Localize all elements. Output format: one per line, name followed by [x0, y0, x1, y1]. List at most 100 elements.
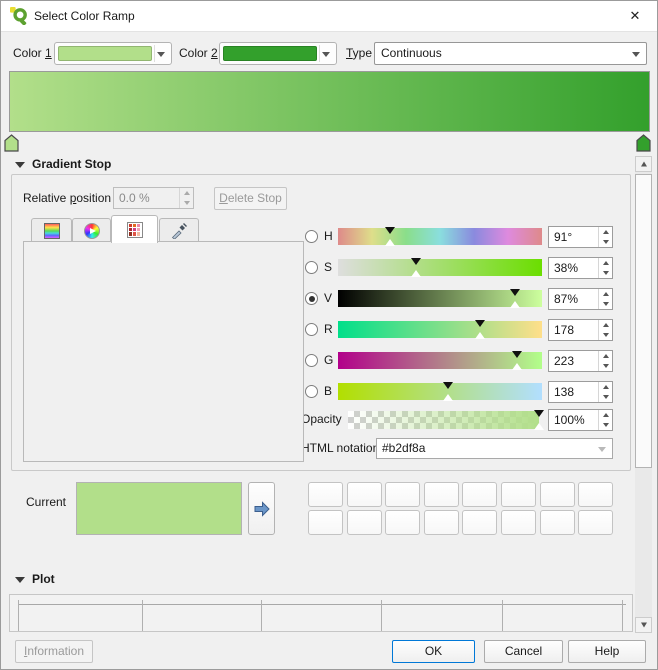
close-button[interactable]: ✕ — [613, 1, 657, 31]
slider-handle[interactable] — [510, 289, 520, 296]
spin-down-icon[interactable] — [599, 361, 612, 371]
slider-handle[interactable] — [411, 270, 421, 277]
tab-swatches[interactable] — [111, 215, 158, 243]
saturation-slider[interactable] — [338, 259, 542, 276]
red-label: R — [324, 320, 333, 339]
delete-stop-button[interactable]: Delete Stop — [214, 187, 287, 210]
gradient-stop-marker-left[interactable] — [4, 134, 19, 152]
scroll-up-icon[interactable] — [635, 156, 652, 172]
value-slider[interactable] — [338, 290, 542, 307]
gradient-preview[interactable] — [9, 71, 650, 132]
empty-swatch-button[interactable] — [308, 510, 343, 535]
value-radio[interactable] — [305, 292, 318, 305]
red-slider[interactable] — [338, 321, 542, 338]
red-spinbox[interactable]: 178 — [548, 319, 613, 341]
spin-down-icon[interactable] — [599, 299, 612, 309]
empty-swatch-button[interactable] — [578, 510, 613, 535]
scrollbar-thumb[interactable] — [635, 174, 652, 468]
help-button[interactable]: Help — [568, 640, 646, 663]
blue-radio[interactable] — [305, 385, 318, 398]
select-color-ramp-dialog: Select Color Ramp ✕ Color 1 Color 2 Type… — [0, 0, 658, 670]
spin-up-icon[interactable] — [599, 410, 612, 420]
tab-color-picker[interactable] — [159, 218, 199, 242]
slider-handle[interactable] — [512, 363, 522, 370]
spin-down-icon[interactable] — [599, 330, 612, 340]
spin-up-icon[interactable] — [599, 227, 612, 237]
title-bar: Select Color Ramp ✕ — [1, 1, 657, 32]
tab-color-wheel[interactable] — [72, 218, 111, 242]
ok-button[interactable]: OK — [392, 640, 475, 663]
information-button[interactable]: Information — [15, 640, 93, 663]
empty-swatch-button[interactable] — [540, 510, 575, 535]
saturation-spinbox[interactable]: 38% — [548, 257, 613, 279]
green-spinbox[interactable]: 223 — [548, 350, 613, 372]
empty-swatch-button[interactable] — [385, 510, 420, 535]
spin-up-icon[interactable] — [599, 289, 612, 299]
relative-position-spinbox[interactable]: 0.0 % — [113, 187, 194, 209]
slider-handle[interactable] — [443, 394, 453, 401]
hue-radio[interactable] — [305, 230, 318, 243]
empty-swatch-button[interactable] — [347, 482, 382, 507]
spin-down-icon[interactable] — [599, 268, 612, 278]
saturation-radio[interactable] — [305, 261, 318, 274]
scroll-down-icon[interactable] — [635, 617, 652, 633]
relative-position-value: 0.0 % — [119, 188, 150, 208]
empty-swatch-button[interactable] — [462, 510, 497, 535]
slider-handle[interactable] — [512, 351, 522, 358]
spin-up-icon[interactable] — [599, 382, 612, 392]
slider-handle[interactable] — [385, 239, 395, 246]
saved-swatch-grid — [308, 482, 614, 535]
collapse-triangle-icon[interactable] — [15, 577, 25, 583]
slider-handle[interactable] — [534, 410, 544, 417]
spin-down-icon[interactable] — [599, 237, 612, 247]
current-color-swatch — [76, 482, 242, 535]
spin-down-icon[interactable] — [599, 420, 612, 430]
color2-button[interactable] — [219, 42, 337, 65]
green-radio[interactable] — [305, 354, 318, 367]
hue-slider[interactable] — [338, 228, 542, 245]
empty-swatch-button[interactable] — [308, 482, 343, 507]
empty-swatch-button[interactable] — [501, 510, 536, 535]
blue-spinbox[interactable]: 138 — [548, 381, 613, 403]
spin-up-icon[interactable] — [599, 351, 612, 361]
spin-up-icon[interactable] — [599, 258, 612, 268]
spin-down-icon[interactable] — [599, 392, 612, 402]
slider-handle[interactable] — [475, 320, 485, 327]
add-current-to-swatches-button[interactable] — [248, 482, 275, 535]
spin-up-icon[interactable] — [180, 188, 193, 198]
blue-slider[interactable] — [338, 383, 542, 400]
gradient-stop-marker-right[interactable] — [636, 134, 651, 152]
empty-swatch-button[interactable] — [462, 482, 497, 507]
panel-scrollbar[interactable] — [635, 156, 652, 633]
empty-swatch-button[interactable] — [540, 482, 575, 507]
spin-down-icon[interactable] — [180, 198, 193, 208]
empty-swatch-button[interactable] — [424, 482, 459, 507]
slider-handle[interactable] — [475, 332, 485, 339]
slider-handle[interactable] — [443, 382, 453, 389]
collapse-triangle-icon[interactable] — [15, 162, 25, 168]
tab-color-ramp[interactable] — [31, 218, 72, 242]
slider-handle[interactable] — [510, 301, 520, 308]
opacity-spinbox[interactable]: 100% — [548, 409, 613, 431]
empty-swatch-button[interactable] — [424, 510, 459, 535]
hue-spinbox[interactable]: 91° — [548, 226, 613, 248]
value-spinbox[interactable]: 87% — [548, 288, 613, 310]
close-icon: ✕ — [630, 8, 641, 23]
opacity-label: Opacity — [301, 410, 342, 429]
slider-handle[interactable] — [385, 227, 395, 234]
empty-swatch-button[interactable] — [347, 510, 382, 535]
empty-swatch-button[interactable] — [501, 482, 536, 507]
spin-up-icon[interactable] — [599, 320, 612, 330]
slider-handle[interactable] — [534, 423, 544, 430]
color1-button[interactable] — [54, 42, 172, 65]
red-radio[interactable] — [305, 323, 318, 336]
opacity-slider[interactable] — [348, 411, 539, 429]
slider-handle[interactable] — [411, 258, 421, 265]
plot-area[interactable] — [9, 594, 633, 632]
html-notation-input[interactable]: #b2df8a — [376, 438, 613, 459]
type-combobox[interactable]: Continuous — [374, 42, 647, 65]
cancel-button[interactable]: Cancel — [484, 640, 563, 663]
green-slider[interactable] — [338, 352, 542, 369]
empty-swatch-button[interactable] — [578, 482, 613, 507]
empty-swatch-button[interactable] — [385, 482, 420, 507]
